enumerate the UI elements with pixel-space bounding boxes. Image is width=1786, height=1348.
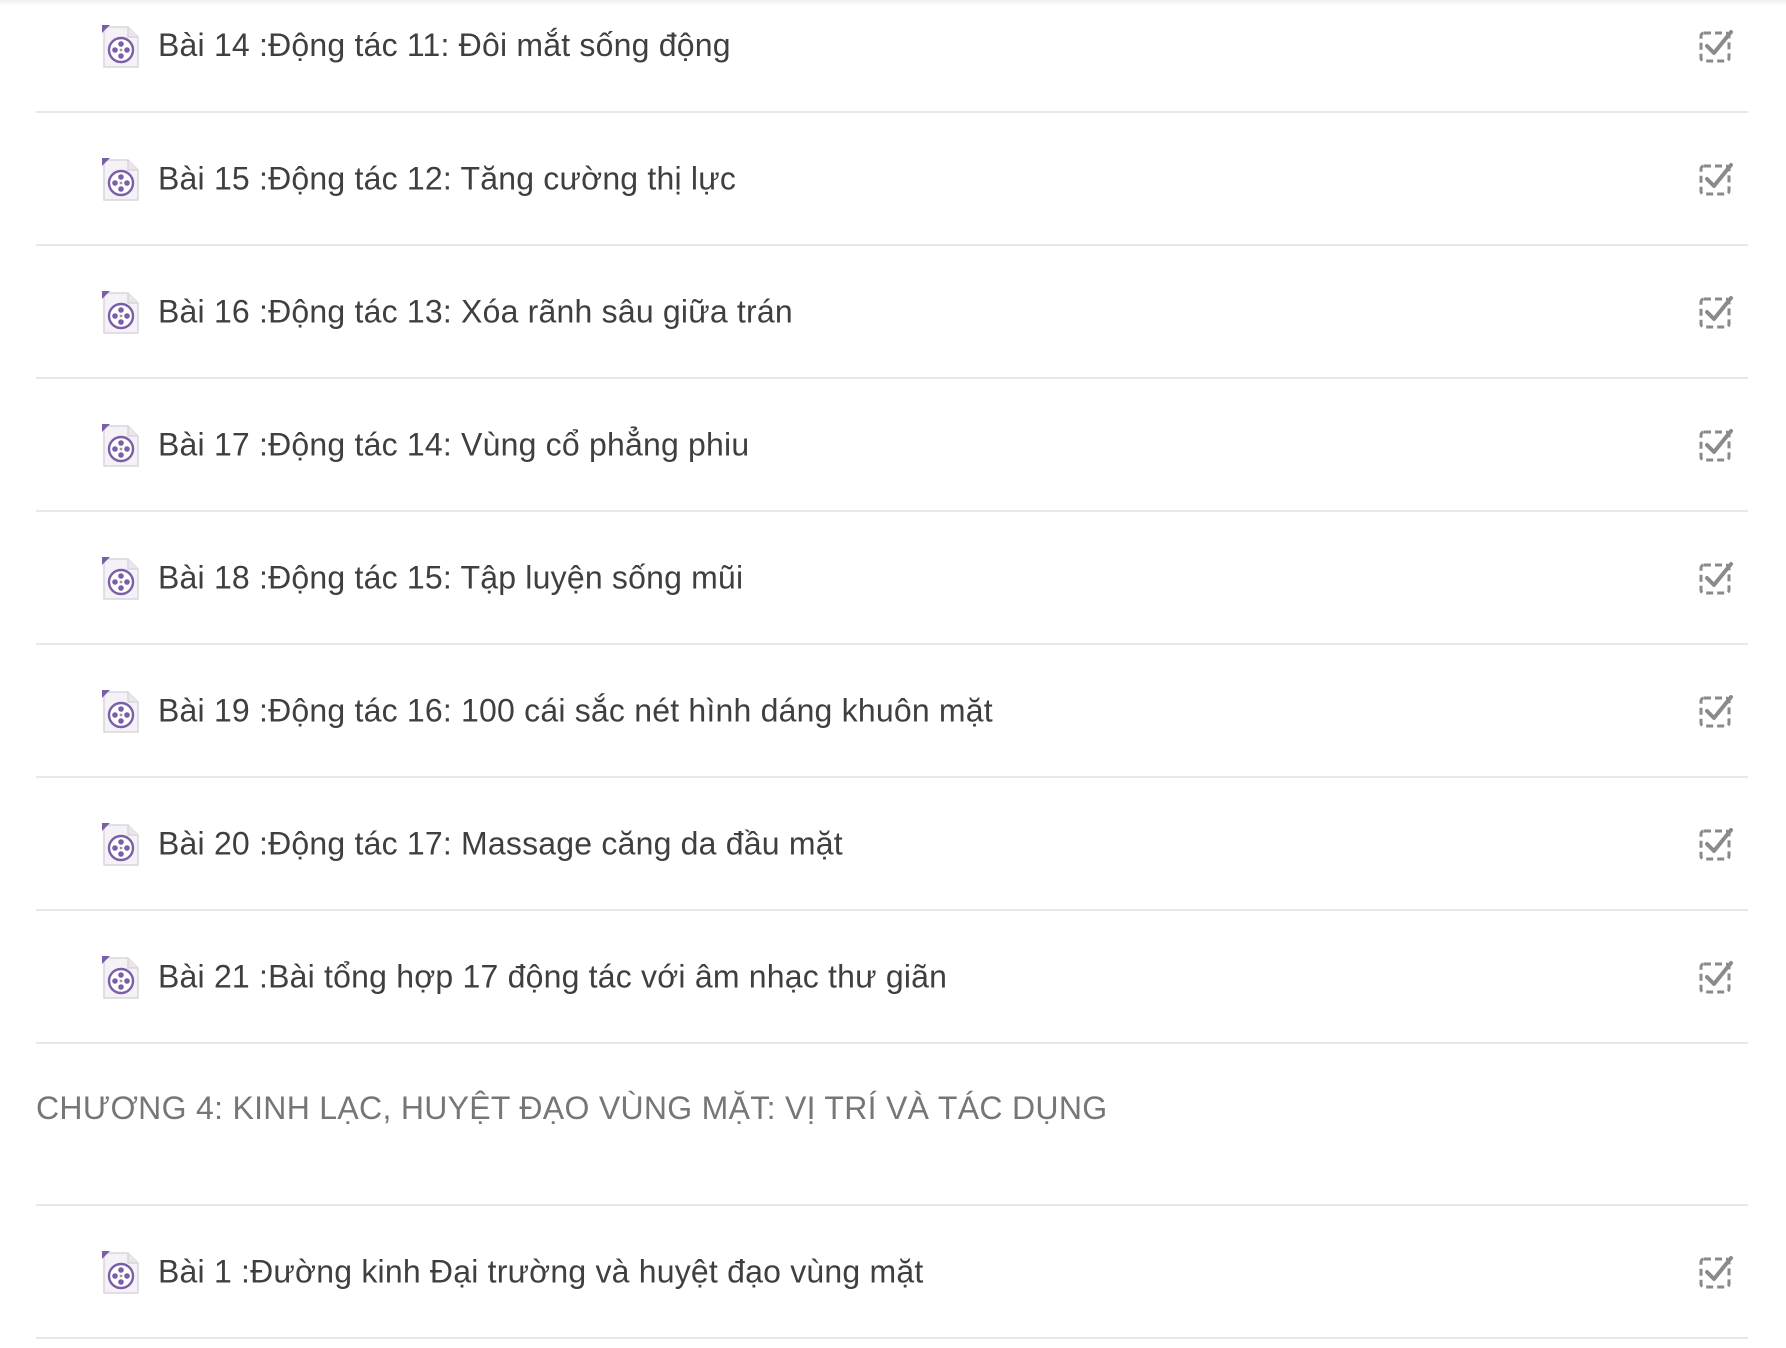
checkbox-checked-icon[interactable] xyxy=(1698,959,1734,995)
checkbox-checked-icon[interactable] xyxy=(1698,1254,1734,1290)
lesson-row[interactable]: Bài 14 :Động tác 11: Đôi mắt sống động xyxy=(36,0,1748,113)
chapter-title[interactable]: CHƯƠNG 4: KINH LẠC, HUYỆT ĐẠO VÙNG MẶT: … xyxy=(36,1090,1107,1127)
lesson-row[interactable]: Bài 1 :Đường kinh Đại trường và huyệt đạ… xyxy=(36,1206,1748,1339)
video-file-icon xyxy=(98,954,142,1002)
lesson-row[interactable]: Bài 19 :Động tác 16: 100 cái sắc nét hìn… xyxy=(36,645,1748,778)
video-file-icon xyxy=(98,688,142,736)
video-file-icon xyxy=(98,821,142,869)
lesson-title[interactable]: Bài 19 :Động tác 16: 100 cái sắc nét hìn… xyxy=(158,692,993,729)
checkbox-checked-icon[interactable] xyxy=(1698,294,1734,330)
course-curriculum-list: Bài 14 :Động tác 11: Đôi mắt sống động B… xyxy=(36,0,1748,1339)
lesson-title[interactable]: Bài 20 :Động tác 17: Massage căng da đầu… xyxy=(158,825,843,862)
checkbox-checked-icon[interactable] xyxy=(1698,28,1734,64)
lesson-title[interactable]: Bài 18 :Động tác 15: Tập luyện sống mũi xyxy=(158,559,743,596)
checkbox-checked-icon[interactable] xyxy=(1698,826,1734,862)
video-file-icon xyxy=(98,23,142,71)
video-file-icon xyxy=(98,1249,142,1297)
lesson-row[interactable]: Bài 16 :Động tác 13: Xóa rãnh sâu giữa t… xyxy=(36,246,1748,379)
checkbox-checked-icon[interactable] xyxy=(1698,161,1734,197)
lesson-row[interactable]: Bài 20 :Động tác 17: Massage căng da đầu… xyxy=(36,778,1748,911)
lesson-title[interactable]: Bài 21 :Bài tổng hợp 17 động tác với âm … xyxy=(158,958,947,995)
video-file-icon xyxy=(98,555,142,603)
checkbox-checked-icon[interactable] xyxy=(1698,427,1734,463)
lesson-row[interactable]: Bài 18 :Động tác 15: Tập luyện sống mũi xyxy=(36,512,1748,645)
lesson-title[interactable]: Bài 14 :Động tác 11: Đôi mắt sống động xyxy=(158,27,731,64)
lesson-title[interactable]: Bài 1 :Đường kinh Đại trường và huyệt đạ… xyxy=(158,1253,923,1290)
checkbox-checked-icon[interactable] xyxy=(1698,693,1734,729)
lesson-row[interactable]: Bài 15 :Động tác 12: Tăng cường thị lực xyxy=(36,113,1748,246)
lesson-title[interactable]: Bài 16 :Động tác 13: Xóa rãnh sâu giữa t… xyxy=(158,293,793,330)
video-file-icon xyxy=(98,422,142,470)
lesson-title[interactable]: Bài 17 :Động tác 14: Vùng cổ phẳng phiu xyxy=(158,426,749,463)
lesson-row[interactable]: Bài 21 :Bài tổng hợp 17 động tác với âm … xyxy=(36,911,1748,1044)
lesson-title[interactable]: Bài 15 :Động tác 12: Tăng cường thị lực xyxy=(158,160,736,197)
lesson-row[interactable]: Bài 17 :Động tác 14: Vùng cổ phẳng phiu xyxy=(36,379,1748,512)
video-file-icon xyxy=(98,289,142,337)
chapter-header[interactable]: CHƯƠNG 4: KINH LẠC, HUYỆT ĐẠO VÙNG MẶT: … xyxy=(36,1044,1748,1206)
video-file-icon xyxy=(98,156,142,204)
checkbox-checked-icon[interactable] xyxy=(1698,560,1734,596)
